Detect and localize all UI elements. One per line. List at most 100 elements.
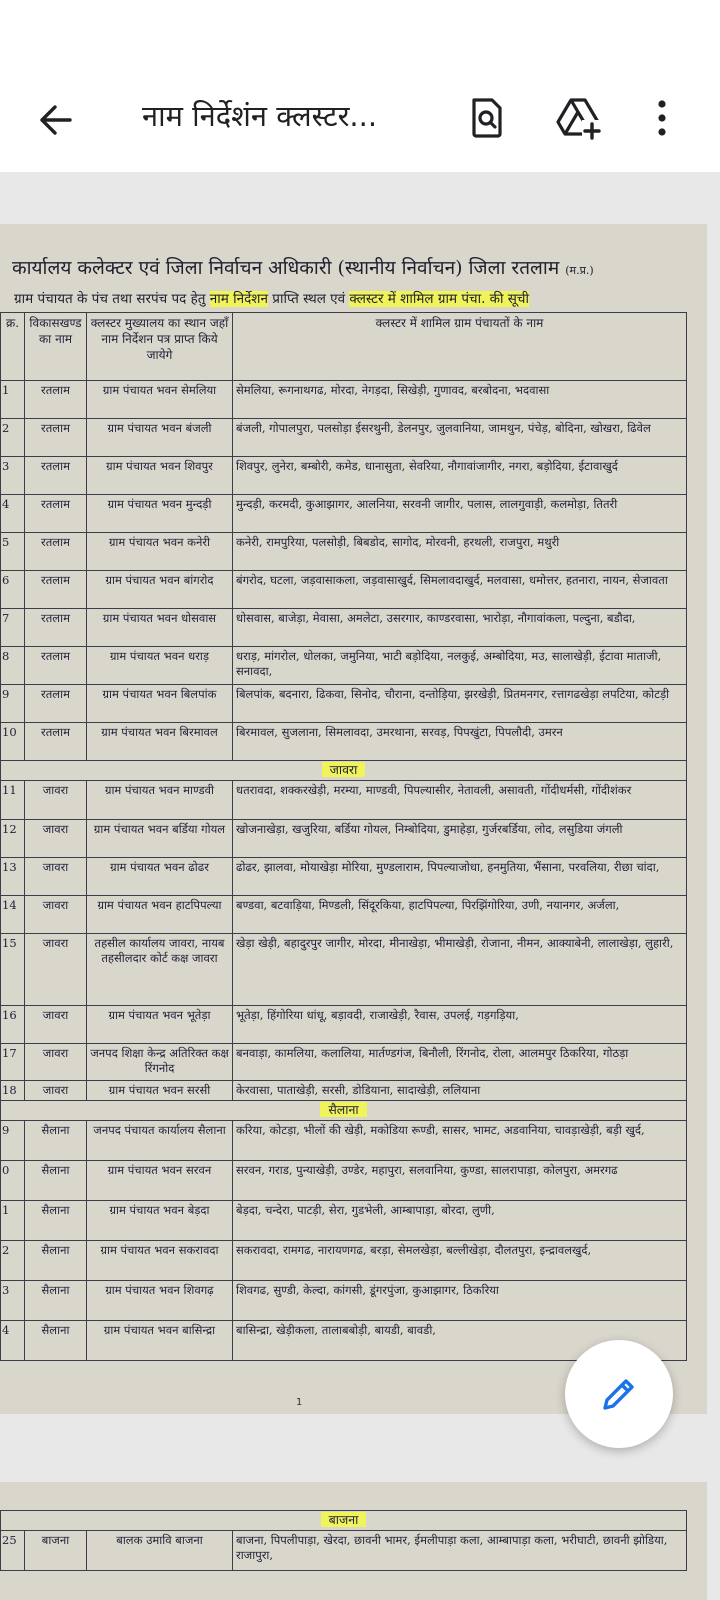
cell-block: जावरा (24, 1043, 87, 1081)
heading-suffix: (म.प्र.) (565, 264, 594, 277)
table-row: 3 रतलाम ग्राम पंचायत भवन शिवपुर शिवपुर, लुन… (0, 456, 687, 495)
cell-cluster-hq: ग्राम पंचायत भवन शिवगढ़ (86, 1280, 233, 1321)
cell-cluster-hq: जनपद पंचायत कार्यालय सैलाना (86, 1120, 233, 1161)
table-row: 6 रतलाम ग्राम पंचायत भवन बांगरोद बंगरोद, घट… (0, 570, 687, 609)
table-row: 13 जावरा ग्राम पंचायत भवन ढोढर ढोढर, झालवा,… (0, 857, 687, 896)
table-row: 18 जावरा ग्राम पंचायत भवन सरसी केरवासा, पात… (0, 1080, 687, 1101)
cell-block: रतलाम (24, 608, 87, 647)
cell-block: जावरा (24, 1080, 87, 1101)
cell-serial: 2 (0, 418, 25, 457)
table-row: 0 सैलाना ग्राम पंचायत भवन सरवन सरवन, गराड, … (0, 1160, 687, 1201)
cell-gram-panchayats: धोसवास, बाजेड़ा, मेवासा, अमलेटा, उसरगार,… (232, 608, 687, 647)
cell-cluster-hq: जनपद शिक्षा केन्द्र अतिरिक्त कक्ष रिंगनो… (86, 1043, 233, 1081)
table-row: 3 सैलाना ग्राम पंचायत भवन शिवगढ़ शिवगढ, सुण… (0, 1280, 687, 1321)
back-button[interactable] (34, 98, 78, 142)
cell-cluster-hq: ग्राम पंचायत भवन सरसी (86, 1080, 233, 1101)
cell-gram-panchayats: बंगरोद, घटला, जड़वासाकला, जड़वासाखुर्द, … (232, 570, 687, 609)
cell-block: रतलाम (24, 646, 87, 685)
cluster-table: क्र. विकासखण्ड का नाम क्लस्टर मुख्यालय क… (0, 312, 687, 1361)
section-header-sailana: सैलाना (0, 1100, 687, 1121)
cell-gram-panchayats: ढोढर, झालवा, मोयाखेड़ा मोरिया, मुण्डलारा… (232, 857, 687, 896)
cell-gram-panchayats: खोजनाखेड़ा, खजुरिया, बर्डिया गोयल, निम्ब… (232, 819, 687, 858)
cell-block: रतलाम (24, 418, 87, 457)
app-bar: नाम निर्देशंन क्लस्टर... (0, 0, 720, 172)
cell-cluster-hq: ग्राम पंचायत भवन सरवन (86, 1160, 233, 1201)
cell-cluster-hq: ग्राम पंचायत भवन बेड़दा (86, 1200, 233, 1241)
cell-serial: 2 (0, 1240, 25, 1281)
cell-serial: 3 (0, 1280, 25, 1321)
table-row: 9 रतलाम ग्राम पंचायत भवन बिलपांक बिलपांक, ब… (0, 684, 687, 723)
section-title: जावरा (321, 762, 366, 777)
table-row: 2 रतलाम ग्राम पंचायत भवन बंजली बंजली, गोपाल… (0, 418, 687, 457)
cell-block: रतलाम (24, 684, 87, 723)
cell-gram-panchayats: सकरावदा, रामगढ, नारायणगढ, बरड़ा, सेमलखेड… (232, 1240, 687, 1281)
cell-cluster-hq: ग्राम पंचायत भवन सकरावदा (86, 1240, 233, 1281)
table-row: 9 सैलाना जनपद पंचायत कार्यालय सैलाना करिया,… (0, 1120, 687, 1161)
cell-cluster-hq: ग्राम पंचायत भवन कनेरी (86, 532, 233, 571)
table-row: 8 रतलाम ग्राम पंचायत भवन धराड़ धराड़, मांगर… (0, 646, 687, 685)
cell-serial: 8 (0, 646, 25, 685)
more-options-button[interactable] (640, 96, 684, 140)
cell-serial: 9 (0, 684, 25, 723)
cell-block: जावरा (24, 857, 87, 896)
cell-gram-panchayats: धराड़, मांगरोल, धोलका, जमुनिया, भाटी बड़… (232, 646, 687, 685)
highlight-nomination: नाम निर्देशन (209, 291, 268, 307)
cell-block: जावरा (24, 933, 87, 1006)
cell-block: जावरा (24, 780, 87, 820)
cell-block: जावरा (24, 895, 87, 934)
edit-fab[interactable] (565, 1340, 673, 1448)
search-in-document-button[interactable] (465, 96, 509, 140)
cell-block: सैलाना (24, 1320, 87, 1361)
cell-block: रतलाम (24, 722, 87, 761)
table-row: 12 जावरा ग्राम पंचायत भवन बर्डिया गोयल खोजन… (0, 819, 687, 858)
table-row: 4 रतलाम ग्राम पंचायत भवन मुन्दड़ी मुन्दड़ी,… (0, 494, 687, 533)
edit-pencil-icon (603, 1379, 634, 1410)
cell-cluster-hq: ग्राम पंचायत भवन बिरमावल (86, 722, 233, 761)
cell-cluster-hq: तहसील कार्यालय जावरा, नायब तहसीलदार कोर्… (86, 933, 233, 1006)
document-page-2: बाजना 25 बाजना बालक उमावि बाजना बाजना, पिपली… (0, 1482, 707, 1600)
cell-serial: 13 (0, 857, 25, 896)
cell-serial: 16 (0, 1005, 25, 1044)
cell-gram-panchayats: बंजली, गोपालपुरा, पलसोड़ा ईसरथुनी, डेलनप… (232, 418, 687, 457)
cell-serial: 0 (0, 1160, 25, 1201)
cell-gram-panchayats: केरवासा, पाताखेड़ी, सरसी, डोडियाना, सादा… (232, 1080, 687, 1101)
cell-gram-panchayats: सेमलिया, रूगनाथगढ, मोरदा, नेगड़दा, सिखेड… (232, 380, 687, 419)
cell-serial: 4 (0, 494, 25, 533)
cell-block: रतलाम (24, 532, 87, 571)
cell-block: सैलाना (24, 1160, 87, 1201)
page-number: 1 (296, 1397, 303, 1408)
cell-serial: 6 (0, 570, 25, 609)
col-cluster-hq: क्लस्टर मुख्यालय का स्थान जहाँ नाम निर्द… (86, 312, 233, 381)
cell-serial: 1 (0, 380, 25, 419)
table-row: 2 सैलाना ग्राम पंचायत भवन सकरावदा सकरावदा, … (0, 1240, 687, 1281)
cluster-table-page-2: बाजना 25 बाजना बालक उमावि बाजना बाजना, पिपली… (0, 1510, 688, 1571)
cell-serial: 9 (0, 1120, 25, 1161)
col-gram-panchayats: क्लस्टर में शामिल ग्राम पंचायतों के नाम (232, 312, 687, 381)
cell-block: बाजना (24, 1530, 87, 1571)
document-subheading: ग्राम पंचायत के पंच तथा सरपंच पद हेतु ना… (14, 291, 529, 307)
cell-gram-panchayats: शिवपुर, लुनेरा, बम्बोरी, कमेड, धानासुता,… (232, 456, 687, 495)
cell-block: सैलाना (24, 1240, 87, 1281)
cell-block: सैलाना (24, 1200, 87, 1241)
table-row: 16 जावरा ग्राम पंचायत भवन भूतेड़ा भूतेड़ा, … (0, 1005, 687, 1044)
cell-cluster-hq: ग्राम पंचायत भवन शिवपुर (86, 456, 233, 495)
section-header-bajna: बाजना (0, 1510, 688, 1531)
section-title: बाजना (320, 1512, 367, 1527)
cell-block: सैलाना (24, 1280, 87, 1321)
table-row: 11 जावरा ग्राम पंचायत भवन माण्डवी धतरावदा, … (0, 780, 687, 820)
cell-serial: 4 (0, 1320, 25, 1361)
cell-cluster-hq: ग्राम पंचायत भवन मुन्दड़ी (86, 494, 233, 533)
cell-cluster-hq: ग्राम पंचायत भवन माण्डवी (86, 780, 233, 820)
cell-gram-panchayats: धतरावदा, शक्करखेड़ी, मरम्या, माण्डवी, पि… (232, 780, 687, 820)
cell-serial: 17 (0, 1043, 25, 1081)
table-body-page-2: बाजना 25 बाजना बालक उमावि बाजना बाजना, पिपली… (0, 1510, 688, 1571)
cell-cluster-hq: ग्राम पंचायत भवन बासिन्द्रा (86, 1320, 233, 1361)
table-row: 1 सैलाना ग्राम पंचायत भवन बेड़दा बेड़दा, चन… (0, 1200, 687, 1241)
document-page-1: कार्यालय कलेक्टर एवं जिला निर्वाचन अधिका… (0, 224, 707, 1414)
add-to-drive-button[interactable] (556, 96, 602, 140)
cell-block: रतलाम (24, 494, 87, 533)
more-vert-icon (658, 100, 666, 136)
document-heading: कार्यालय कलेक्टर एवं जिला निर्वाचन अधिका… (12, 257, 594, 279)
cell-gram-panchayats: बिरमावल, सुजलाना, सिमलावदा, उमरथाना, सरव… (232, 722, 687, 761)
cell-serial: 5 (0, 532, 25, 571)
